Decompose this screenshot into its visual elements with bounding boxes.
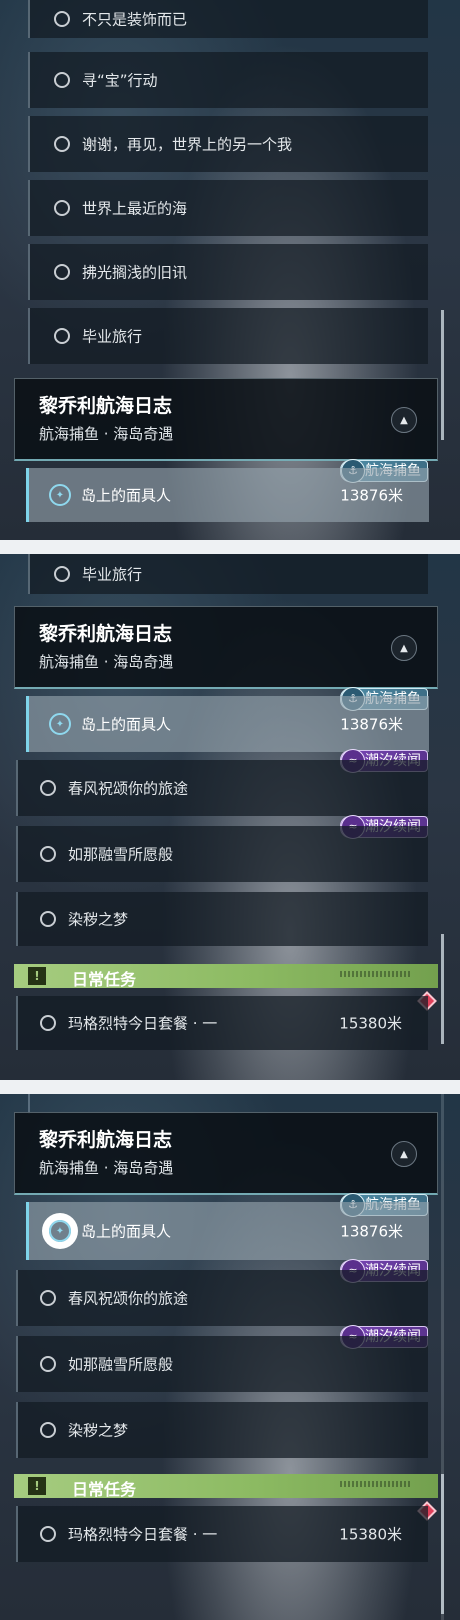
chapter-subtitle: 航海捕鱼 · 海岛奇遇 <box>39 653 174 671</box>
quest-status-icon <box>40 780 56 796</box>
chapter-title: 黎乔利航海日志 <box>39 1129 173 1151</box>
panel-divider <box>0 1080 460 1094</box>
quest-chapter-header[interactable]: 黎乔利航海日志 航海捕鱼 · 海岛奇遇 ▲ <box>14 378 438 461</box>
active-quest-row[interactable]: ✦ 岛上的面具人 13876米 <box>26 468 429 522</box>
quest-label: 玛格烈特今日套餐 · 一 <box>68 1525 218 1544</box>
active-quest-label: 岛上的面具人 <box>81 486 172 505</box>
quest-status-icon <box>54 136 70 152</box>
quest-status-icon <box>54 200 70 216</box>
quest-row[interactable]: 谢谢，再见，世界上的另一个我 <box>28 116 428 172</box>
quest-status-icon <box>40 911 56 927</box>
chevron-up-icon[interactable]: ▲ <box>391 407 417 433</box>
active-quest-distance: 13876米 <box>340 486 403 505</box>
active-quest-row[interactable]: ✦ 岛上的面具人 13876米 <box>26 696 429 752</box>
quest-label: 毕业旅行 <box>82 327 143 346</box>
chevron-up-icon[interactable]: ▲ <box>391 635 417 661</box>
daily-quest-row[interactable]: 玛格烈特今日套餐 · 一 15380米 <box>16 1506 428 1562</box>
quest-status-icon <box>40 1526 56 1542</box>
quest-label: 春风祝颂你的旅途 <box>68 779 189 798</box>
quest-row[interactable]: 不只是装饰而已 <box>28 0 428 38</box>
quest-thread-line <box>28 1094 30 1114</box>
chevron-up-icon[interactable]: ▲ <box>391 1141 417 1167</box>
quest-status-icon <box>54 72 70 88</box>
decorative-stripe <box>340 1481 410 1487</box>
quest-label: 不只是装饰而已 <box>82 10 188 29</box>
panel-divider <box>0 540 460 554</box>
quest-status-icon <box>40 1356 56 1372</box>
daily-quest-header[interactable]: ! 日常任务 <box>14 964 438 989</box>
quest-row[interactable]: 寻“宝”行动 <box>28 52 428 108</box>
quest-label: 如那融雪所愿般 <box>68 1355 174 1374</box>
scrollbar-thumb[interactable] <box>441 1474 444 1614</box>
quest-panel-2: 毕业旅行 黎乔利航海日志 航海捕鱼 · 海岛奇遇 ▲ ⚓ 航海捕鱼 ✦ 岛上的面… <box>0 554 460 1080</box>
quest-status-icon <box>54 11 70 27</box>
quest-status-icon <box>54 264 70 280</box>
quest-row[interactable]: 毕业旅行 <box>28 554 428 594</box>
quest-label: 毕业旅行 <box>82 565 143 584</box>
scrollbar-thumb[interactable] <box>441 934 444 1044</box>
navigation-target-icon[interactable]: ✦ <box>49 484 71 506</box>
daily-quest-title: 日常任务 <box>72 970 137 989</box>
quest-label: 春风祝颂你的旅途 <box>68 1289 189 1308</box>
daily-quest-row[interactable]: 玛格烈特今日套餐 · 一 15380米 <box>16 996 428 1050</box>
quest-row[interactable]: 染秽之梦 <box>16 892 428 946</box>
chapter-subtitle: 航海捕鱼 · 海岛奇遇 <box>39 1159 174 1177</box>
quest-row[interactable]: 如那融雪所愿般 <box>16 826 428 882</box>
quest-row[interactable]: 春风祝颂你的旅途 <box>16 760 428 816</box>
quest-label: 世界上最近的海 <box>82 199 188 218</box>
navigation-target-icon[interactable]: ✦ <box>49 713 71 735</box>
quest-row[interactable]: 春风祝颂你的旅途 <box>16 1270 428 1326</box>
chapter-title: 黎乔利航海日志 <box>39 395 173 417</box>
scrollbar-thumb[interactable] <box>441 310 444 440</box>
quest-row[interactable]: 毕业旅行 <box>28 308 428 364</box>
quest-label: 染秽之梦 <box>68 910 129 929</box>
active-quest-label: 岛上的面具人 <box>81 1222 172 1241</box>
quest-row[interactable]: 世界上最近的海 <box>28 180 428 236</box>
quest-status-icon <box>40 846 56 862</box>
quest-row[interactable]: 如那融雪所愿般 <box>16 1336 428 1392</box>
navigation-target-icon[interactable]: ✦ <box>49 1220 71 1242</box>
exclamation-icon: ! <box>28 967 46 985</box>
quest-status-icon <box>54 328 70 344</box>
quest-distance: 15380米 <box>339 1014 402 1033</box>
chapter-subtitle: 航海捕鱼 · 海岛奇遇 <box>39 425 174 443</box>
quest-label: 谢谢，再见，世界上的另一个我 <box>82 135 293 154</box>
quest-label: 寻“宝”行动 <box>82 71 158 90</box>
active-quest-distance: 13876米 <box>340 1222 403 1241</box>
quest-label: 如那融雪所愿般 <box>68 845 174 864</box>
quest-chapter-header[interactable]: 黎乔利航海日志 航海捕鱼 · 海岛奇遇 ▲ <box>14 606 438 689</box>
active-quest-distance: 13876米 <box>340 715 403 734</box>
quest-status-icon <box>40 1290 56 1306</box>
quest-row[interactable]: 染秽之梦 <box>16 1402 428 1458</box>
exclamation-icon: ! <box>28 1477 46 1495</box>
daily-quest-title: 日常任务 <box>72 1480 137 1499</box>
daily-quest-header[interactable]: ! 日常任务 <box>14 1474 438 1499</box>
quest-panel-1: 不只是装饰而已 寻“宝”行动 谢谢，再见，世界上的另一个我 世界上最近的海 拂光… <box>0 0 460 540</box>
quest-status-icon <box>54 566 70 582</box>
quest-panel-3: 黎乔利航海日志 航海捕鱼 · 海岛奇遇 ▲ ⚓ 航海捕鱼 ✦ 岛上的面具人 13… <box>0 1094 460 1620</box>
quest-status-icon <box>40 1015 56 1031</box>
active-quest-label: 岛上的面具人 <box>81 715 172 734</box>
chapter-title: 黎乔利航海日志 <box>39 623 173 645</box>
quest-label: 玛格烈特今日套餐 · 一 <box>68 1014 218 1033</box>
quest-row[interactable]: 拂光搁浅的旧讯 <box>28 244 428 300</box>
quest-distance: 15380米 <box>339 1525 402 1544</box>
quest-chapter-header[interactable]: 黎乔利航海日志 航海捕鱼 · 海岛奇遇 ▲ <box>14 1112 438 1195</box>
active-quest-row[interactable]: ✦ 岛上的面具人 13876米 <box>26 1202 429 1260</box>
quest-label: 拂光搁浅的旧讯 <box>82 263 188 282</box>
decorative-stripe <box>340 971 410 977</box>
quest-label: 染秽之梦 <box>68 1421 129 1440</box>
quest-status-icon <box>40 1422 56 1438</box>
